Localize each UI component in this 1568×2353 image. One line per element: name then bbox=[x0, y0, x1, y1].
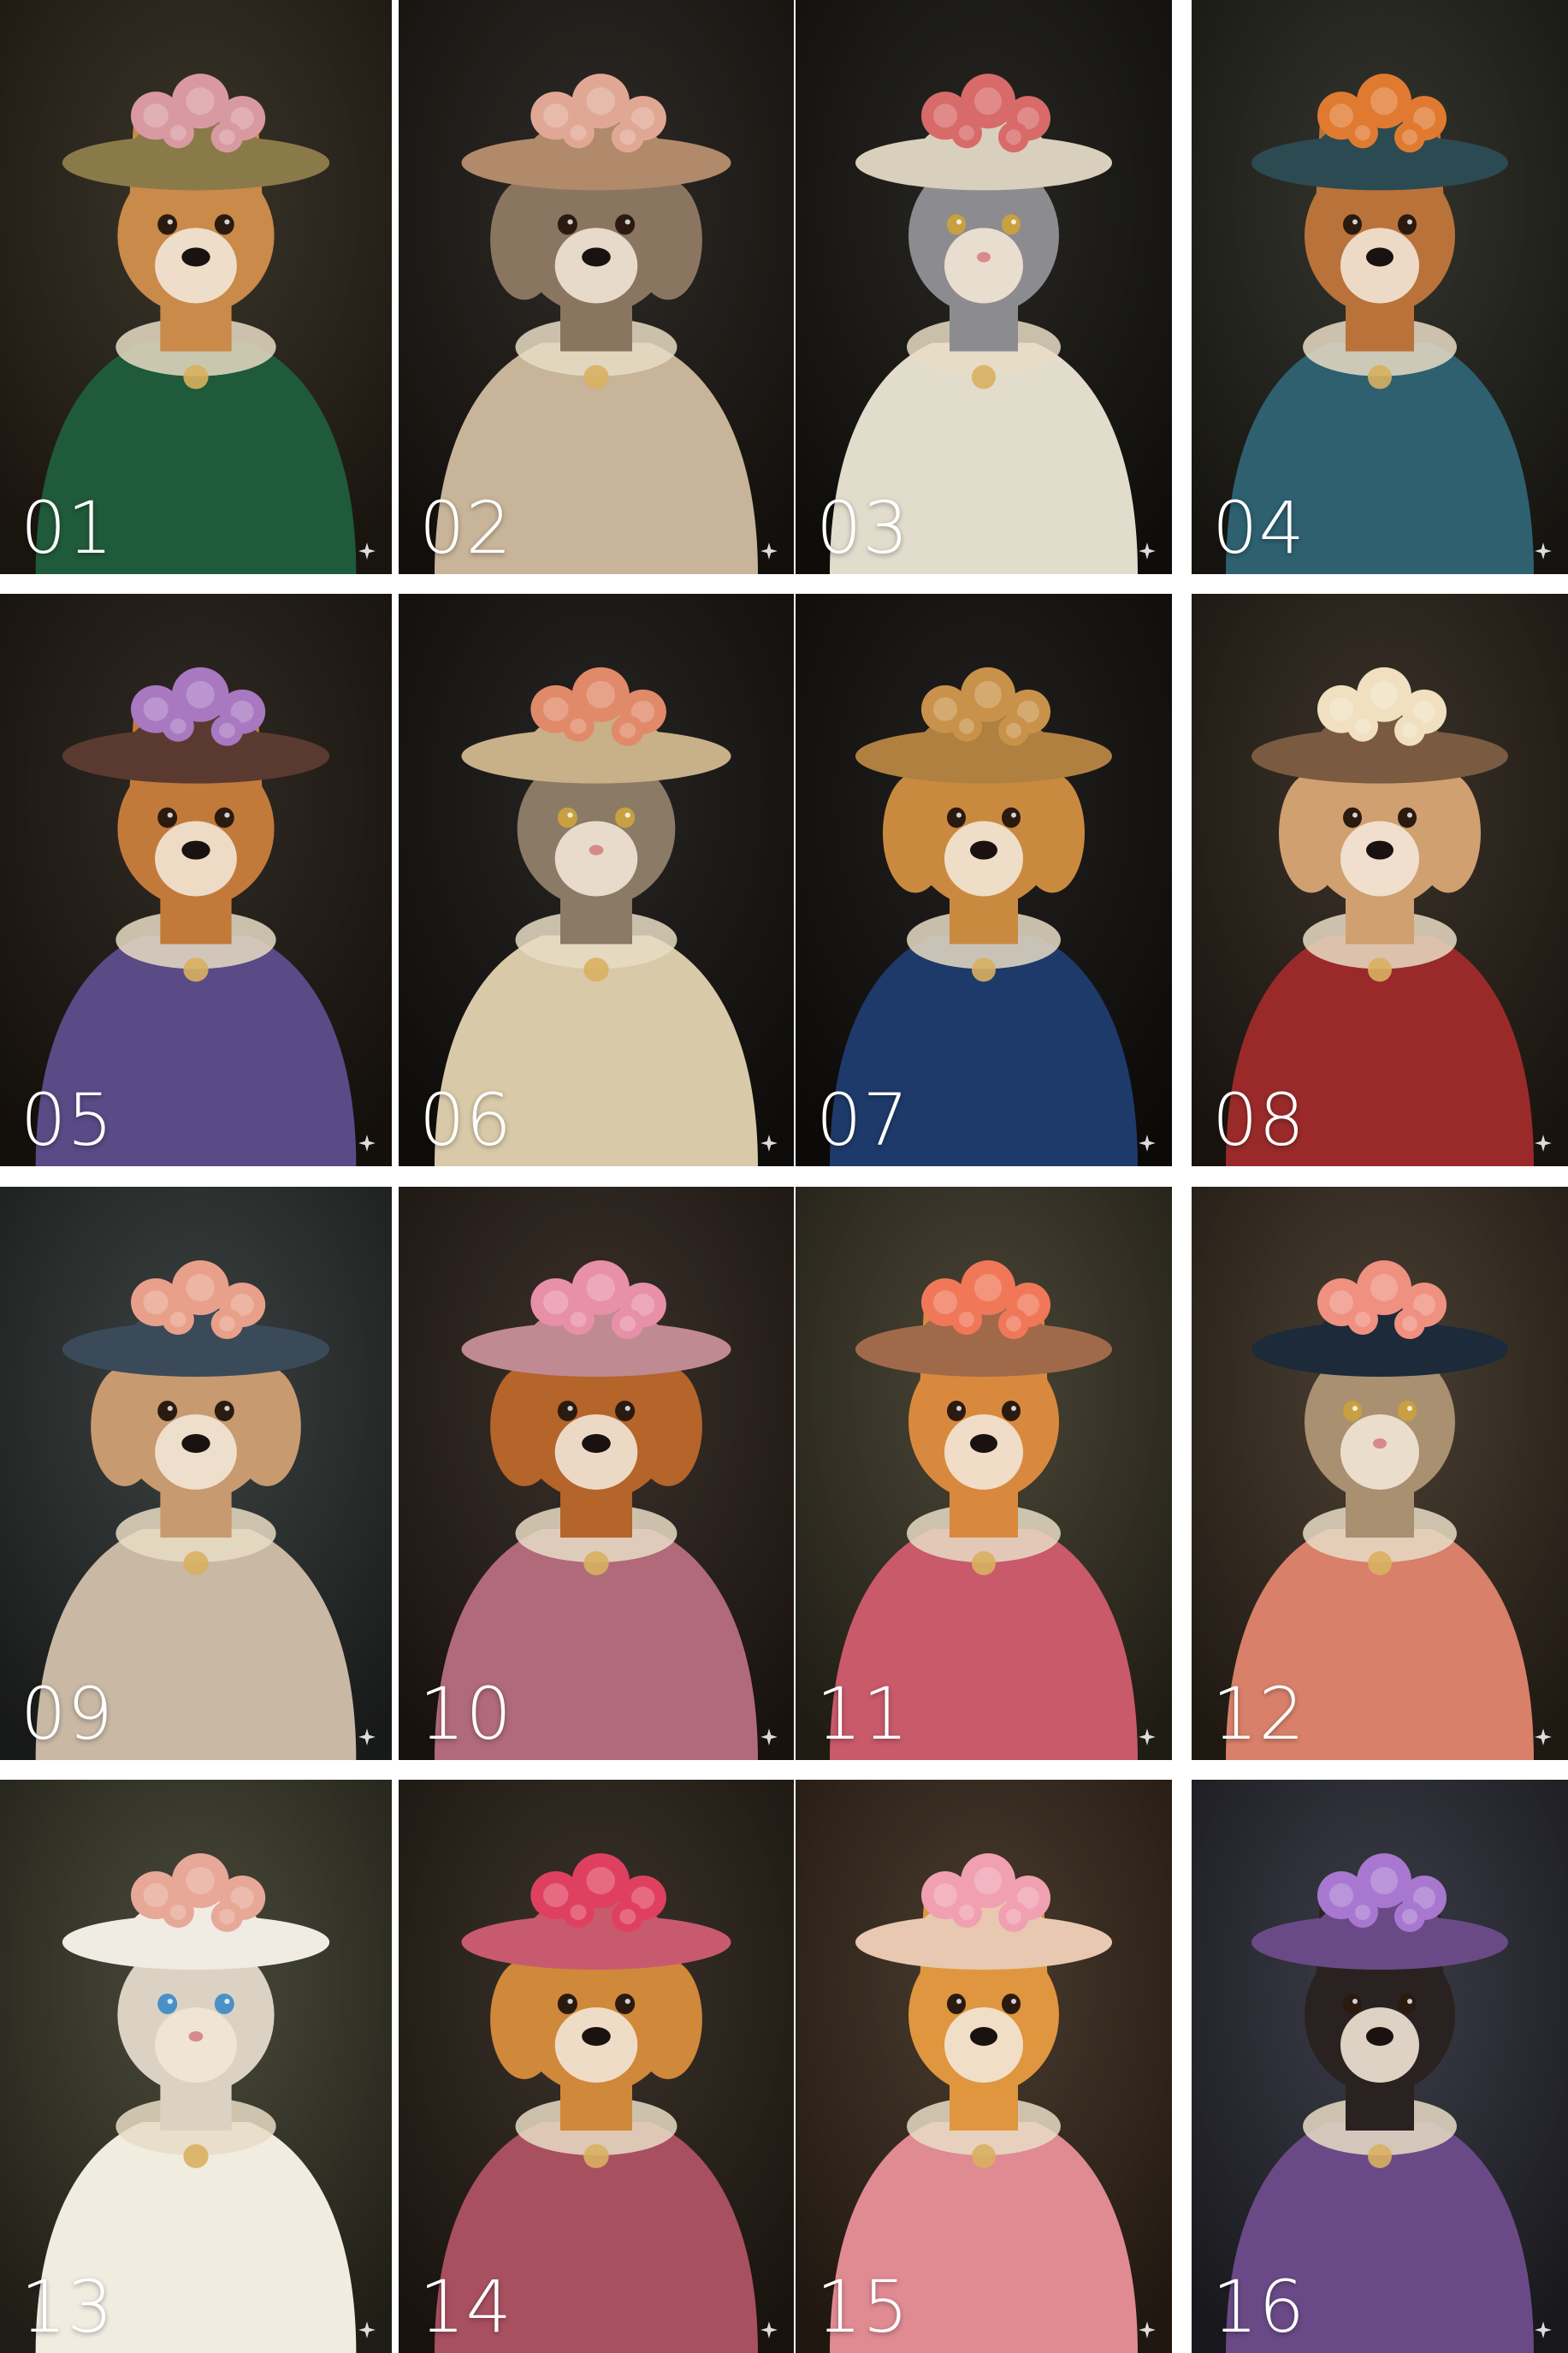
portrait-number-label: 16 bbox=[1212, 2265, 1305, 2349]
portrait-tile-05[interactable]: 05 bbox=[0, 594, 392, 1166]
sparkle-icon bbox=[760, 1135, 778, 1152]
portrait-tile-04[interactable]: 04 bbox=[1192, 0, 1568, 574]
portrait-number-label: 06 bbox=[419, 1078, 512, 1162]
sparkle-icon bbox=[760, 1728, 778, 1745]
portrait-number-label: 08 bbox=[1212, 1078, 1305, 1162]
sparkle-icon bbox=[1139, 2321, 1156, 2338]
sparkle-icon bbox=[358, 1135, 376, 1152]
portrait-tile-03[interactable]: 03 bbox=[796, 0, 1172, 574]
sparkle-icon bbox=[1535, 542, 1552, 560]
portrait-tile-11[interactable]: 11 bbox=[796, 1187, 1172, 1760]
portrait-number-label: 04 bbox=[1212, 486, 1305, 570]
portrait-tile-13[interactable]: 13 bbox=[0, 1780, 392, 2353]
sparkle-icon bbox=[760, 542, 778, 560]
portrait-tile-06[interactable]: 06 bbox=[399, 594, 794, 1166]
portrait-tile-14[interactable]: 14 bbox=[399, 1780, 794, 2353]
portrait-number-label: 02 bbox=[419, 486, 512, 570]
sparkle-icon bbox=[358, 2321, 376, 2338]
portrait-grid: 01 02 03 04 05 06 07 08 09 10 11 12 13 14 15 16 bbox=[0, 0, 1568, 2353]
portrait-number-label: 09 bbox=[21, 1672, 114, 1756]
portrait-number-label: 12 bbox=[1212, 1672, 1305, 1756]
portrait-number-label: 10 bbox=[419, 1672, 512, 1756]
portrait-number-label: 15 bbox=[816, 2265, 909, 2349]
sparkle-icon bbox=[1139, 1728, 1156, 1745]
portrait-tile-09[interactable]: 09 bbox=[0, 1187, 392, 1760]
portrait-tile-08[interactable]: 08 bbox=[1192, 594, 1568, 1166]
sparkle-icon bbox=[358, 542, 376, 560]
portrait-tile-02[interactable]: 02 bbox=[399, 0, 794, 574]
sparkle-icon bbox=[1535, 1135, 1552, 1152]
portrait-tile-16[interactable]: 16 bbox=[1192, 1780, 1568, 2353]
sparkle-icon bbox=[760, 2321, 778, 2338]
portrait-tile-10[interactable]: 10 bbox=[399, 1187, 794, 1760]
sparkle-icon bbox=[1535, 2321, 1552, 2338]
sparkle-icon bbox=[358, 1728, 376, 1745]
portrait-number-label: 01 bbox=[21, 486, 114, 570]
portrait-number-label: 07 bbox=[816, 1078, 909, 1162]
sparkle-icon bbox=[1139, 542, 1156, 560]
portrait-number-label: 05 bbox=[21, 1078, 114, 1162]
portrait-number-label: 03 bbox=[816, 486, 909, 570]
portrait-tile-15[interactable]: 15 bbox=[796, 1780, 1172, 2353]
portrait-tile-12[interactable]: 12 bbox=[1192, 1187, 1568, 1760]
portrait-tile-01[interactable]: 01 bbox=[0, 0, 392, 574]
portrait-number-label: 14 bbox=[419, 2265, 512, 2349]
portrait-number-label: 13 bbox=[21, 2265, 114, 2349]
sparkle-icon bbox=[1535, 1728, 1552, 1745]
sparkle-icon bbox=[1139, 1135, 1156, 1152]
portrait-number-label: 11 bbox=[816, 1672, 909, 1756]
portrait-tile-07[interactable]: 07 bbox=[796, 594, 1172, 1166]
